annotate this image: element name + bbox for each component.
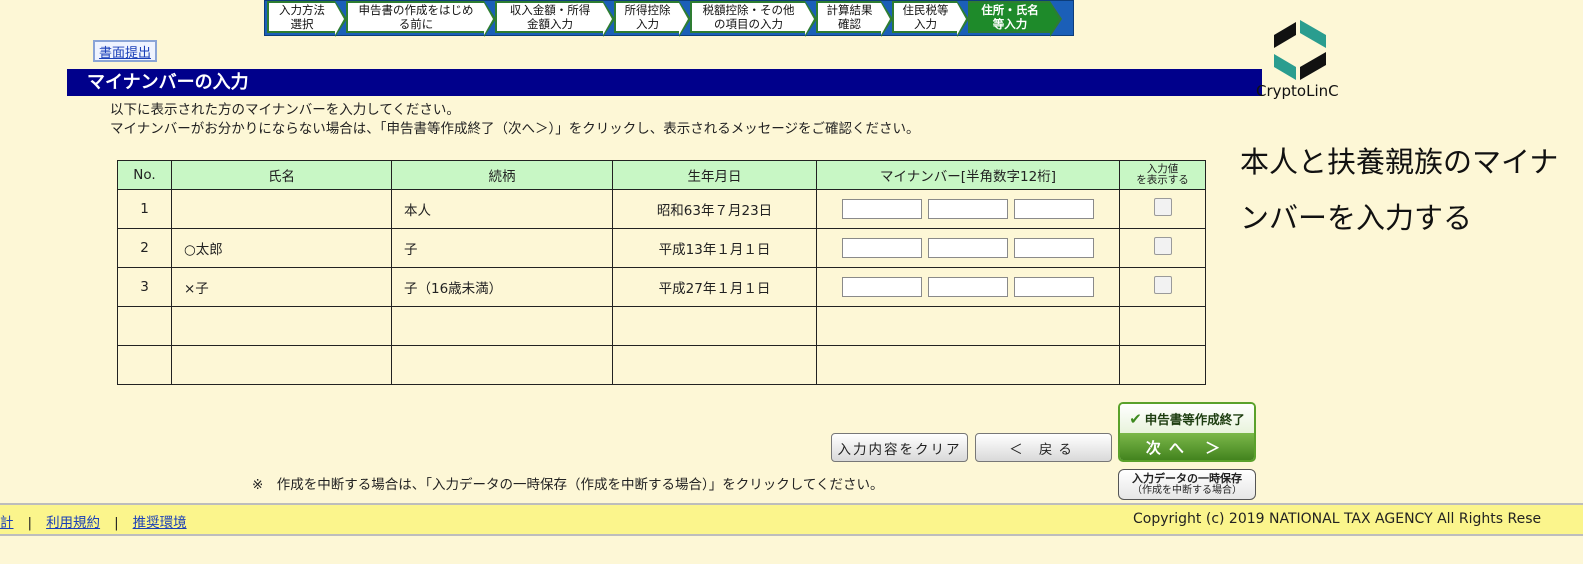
step-income-input[interactable]: 収入金額・所得 金額入力	[495, 1, 615, 37]
header-relation: 続柄	[391, 160, 613, 190]
back-button[interactable]: ＜ 戻る	[975, 433, 1112, 462]
step-address-name: 住所・氏名 等入力	[968, 1, 1062, 37]
instructions: 以下に表示された方のマイナンバーを入力してください。 マイナンバーがお分かりにな…	[110, 101, 919, 139]
mynumber-inputs	[816, 189, 1120, 229]
row-name: ○太郎	[171, 228, 392, 268]
copyright: Copyright (c) 2019 NATIONAL TAX AGENCY A…	[1133, 511, 1542, 527]
row-name	[171, 189, 392, 229]
step-calc-result[interactable]: 計算結果 確認	[816, 1, 893, 37]
header-show-value: 入力値 を表示する	[1119, 160, 1206, 190]
show-value-cell	[1119, 189, 1206, 229]
temp-save-button[interactable]: 入力データの一時保存 （作成を中断する場合）	[1118, 469, 1256, 500]
empty-cell	[612, 345, 817, 385]
finish-next-button[interactable]: ✔ 申告書等作成終了 次へ ＞	[1118, 402, 1256, 462]
mynumber-table: No. 氏名 続柄 生年月日 マイナンバー[半角数字12桁] 入力値 を表示する…	[117, 160, 1206, 385]
empty-cell	[816, 345, 1120, 385]
row-name: ×子	[171, 267, 392, 307]
empty-cell	[117, 345, 172, 385]
row-no: 1	[117, 189, 172, 229]
header-birthdate: 生年月日	[612, 160, 817, 190]
checkmark-icon: ✔	[1129, 409, 1142, 428]
temp-save-sublabel: （作成を中断する場合）	[1132, 484, 1242, 496]
empty-cell	[391, 306, 613, 346]
row-birthdate: 平成27年１月１日	[612, 267, 817, 307]
row-relation: 子	[391, 228, 613, 268]
mynumber-part1-input[interactable]	[842, 238, 922, 258]
show-value-cell	[1119, 267, 1206, 307]
header-mynumber: マイナンバー[半角数字12桁]	[816, 160, 1120, 190]
step-tax-credit-input[interactable]: 税額控除・その他 の項目の入力	[690, 1, 817, 37]
show-value-checkbox[interactable]	[1153, 198, 1172, 216]
finish-label-area: ✔ 申告書等作成終了	[1120, 404, 1254, 433]
row-relation: 子（16歳未満）	[391, 267, 613, 307]
cryptolinc-logo: CryptoLinC	[1256, 18, 1356, 100]
table-row-empty	[117, 306, 1206, 346]
show-value-checkbox[interactable]	[1153, 237, 1172, 255]
mynumber-inputs	[816, 267, 1120, 307]
instruction-line-2: マイナンバーがお分かりにならない場合は、「申告書等作成終了（次へ＞）」をクリック…	[110, 121, 920, 137]
step-before-start[interactable]: 申告書の作成をはじめ る前に	[346, 1, 496, 37]
footer-link-terms[interactable]: 利用規約	[46, 515, 100, 531]
table-header-row: No. 氏名 続柄 生年月日 マイナンバー[半角数字12桁] 入力値 を表示する	[117, 160, 1206, 190]
empty-cell	[391, 345, 613, 385]
footer-link-recommended-env[interactable]: 推奨環境	[133, 515, 187, 531]
step-input-method[interactable]: 入力方法 選択	[267, 1, 347, 37]
table-row: 3 ×子 子（16歳未満） 平成27年１月１日	[117, 267, 1206, 307]
show-value-checkbox[interactable]	[1153, 276, 1172, 294]
header-show-value-line2: を表示する	[1136, 174, 1189, 186]
step-resident-tax[interactable]: 住民税等 入力	[892, 1, 969, 37]
table-row: 2 ○太郎 子 平成13年１月１日	[117, 228, 1206, 268]
mynumber-part1-input[interactable]	[842, 277, 922, 297]
row-birthdate: 昭和63年７月23日	[612, 189, 817, 229]
mynumber-part3-input[interactable]	[1014, 199, 1094, 219]
clear-input-button[interactable]: 入力内容をクリア	[831, 433, 968, 462]
empty-cell	[117, 306, 172, 346]
show-value-cell	[1119, 228, 1206, 268]
header-no: No.	[117, 160, 172, 190]
row-no: 3	[117, 267, 172, 307]
row-birthdate: 平成13年１月１日	[612, 228, 817, 268]
empty-cell	[1119, 306, 1206, 346]
mynumber-part2-input[interactable]	[928, 238, 1008, 258]
temp-save-label: 入力データの一時保存	[1132, 471, 1242, 485]
empty-cell	[612, 306, 817, 346]
footer: 計 | 利用規約 | 推奨環境 Copyright (c) 2019 NATIONAL …	[0, 503, 1583, 536]
step-deduction-input[interactable]: 所得控除 入力	[614, 1, 691, 37]
logo-mark-icon	[1274, 20, 1326, 80]
page-title: マイナンバーの入力	[67, 69, 1262, 96]
header-name: 氏名	[171, 160, 392, 190]
instruction-line-1: 以下に表示された方のマイナンバーを入力してください。	[110, 102, 460, 118]
mynumber-part2-input[interactable]	[928, 277, 1008, 297]
mynumber-part3-input[interactable]	[1014, 277, 1094, 297]
finish-label: 申告書等作成終了	[1144, 412, 1245, 427]
logo-text: CryptoLinC	[1256, 82, 1339, 100]
empty-cell	[816, 306, 1120, 346]
mynumber-part3-input[interactable]	[1014, 238, 1094, 258]
footer-link-partial[interactable]: 計	[0, 515, 14, 531]
empty-cell	[171, 306, 392, 346]
row-relation: 本人	[391, 189, 613, 229]
paper-submit-button[interactable]: 書面提出	[93, 40, 157, 62]
empty-cell	[171, 345, 392, 385]
mynumber-inputs	[816, 228, 1120, 268]
empty-cell	[1119, 345, 1206, 385]
footer-separator: |	[114, 515, 119, 531]
footer-separator: |	[27, 515, 33, 531]
footer-links: 計 | 利用規約 | 推奨環境	[0, 511, 187, 531]
mynumber-part2-input[interactable]	[928, 199, 1008, 219]
table-row-empty	[117, 345, 1206, 385]
row-no: 2	[117, 228, 172, 268]
table-row: 1 本人 昭和63年７月23日	[117, 189, 1206, 229]
step-navigation: 入力方法 選択 申告書の作成をはじめ る前に 収入金額・所得 金額入力 所得控除…	[264, 0, 1074, 37]
mynumber-part1-input[interactable]	[842, 199, 922, 219]
next-label: 次へ ＞	[1120, 433, 1254, 460]
suspend-note: ※ 作成を中断する場合は、「入力データの一時保存（作成を中断する場合）」をクリッ…	[252, 477, 884, 493]
side-caption: 本人と扶養親族のマイナンバーを入力する	[1240, 145, 1559, 235]
